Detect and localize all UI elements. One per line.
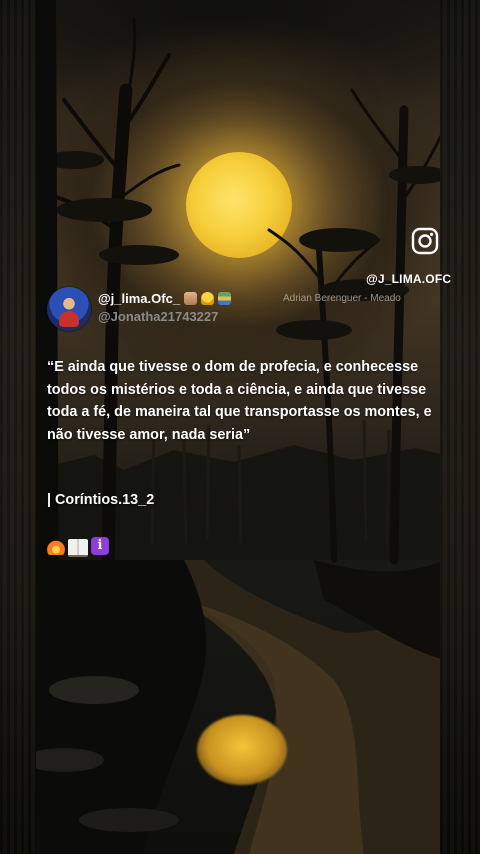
- secondary-handle: @Jonatha21743227: [98, 309, 219, 324]
- bible-quote: “E ainda que tivesse o dom de profecia, …: [47, 359, 432, 443]
- avatar[interactable]: [47, 287, 91, 331]
- books-icon: [218, 292, 232, 305]
- verse-reference: | Coríntios.13_2: [47, 492, 155, 508]
- instagram-icon: [411, 227, 439, 255]
- instagram-handle: @J_LIMA.OFC: [366, 272, 452, 286]
- artwork-credit: Adrian Berenguer - Meado: [283, 293, 401, 304]
- fire-icon: [47, 537, 65, 555]
- blurred-left-strip: [0, 0, 36, 854]
- footer-emojis: i: [47, 537, 109, 557]
- information-icon: i: [91, 537, 109, 555]
- bell-icon: [201, 292, 215, 305]
- username-row: @j_lima.Ofc_: [98, 291, 232, 306]
- blurred-right-strip: [440, 0, 480, 854]
- praying-hands-icon: [184, 292, 198, 305]
- username[interactable]: @j_lima.Ofc_: [98, 291, 180, 306]
- open-book-icon: [68, 539, 88, 557]
- moon-reflection: [197, 715, 287, 785]
